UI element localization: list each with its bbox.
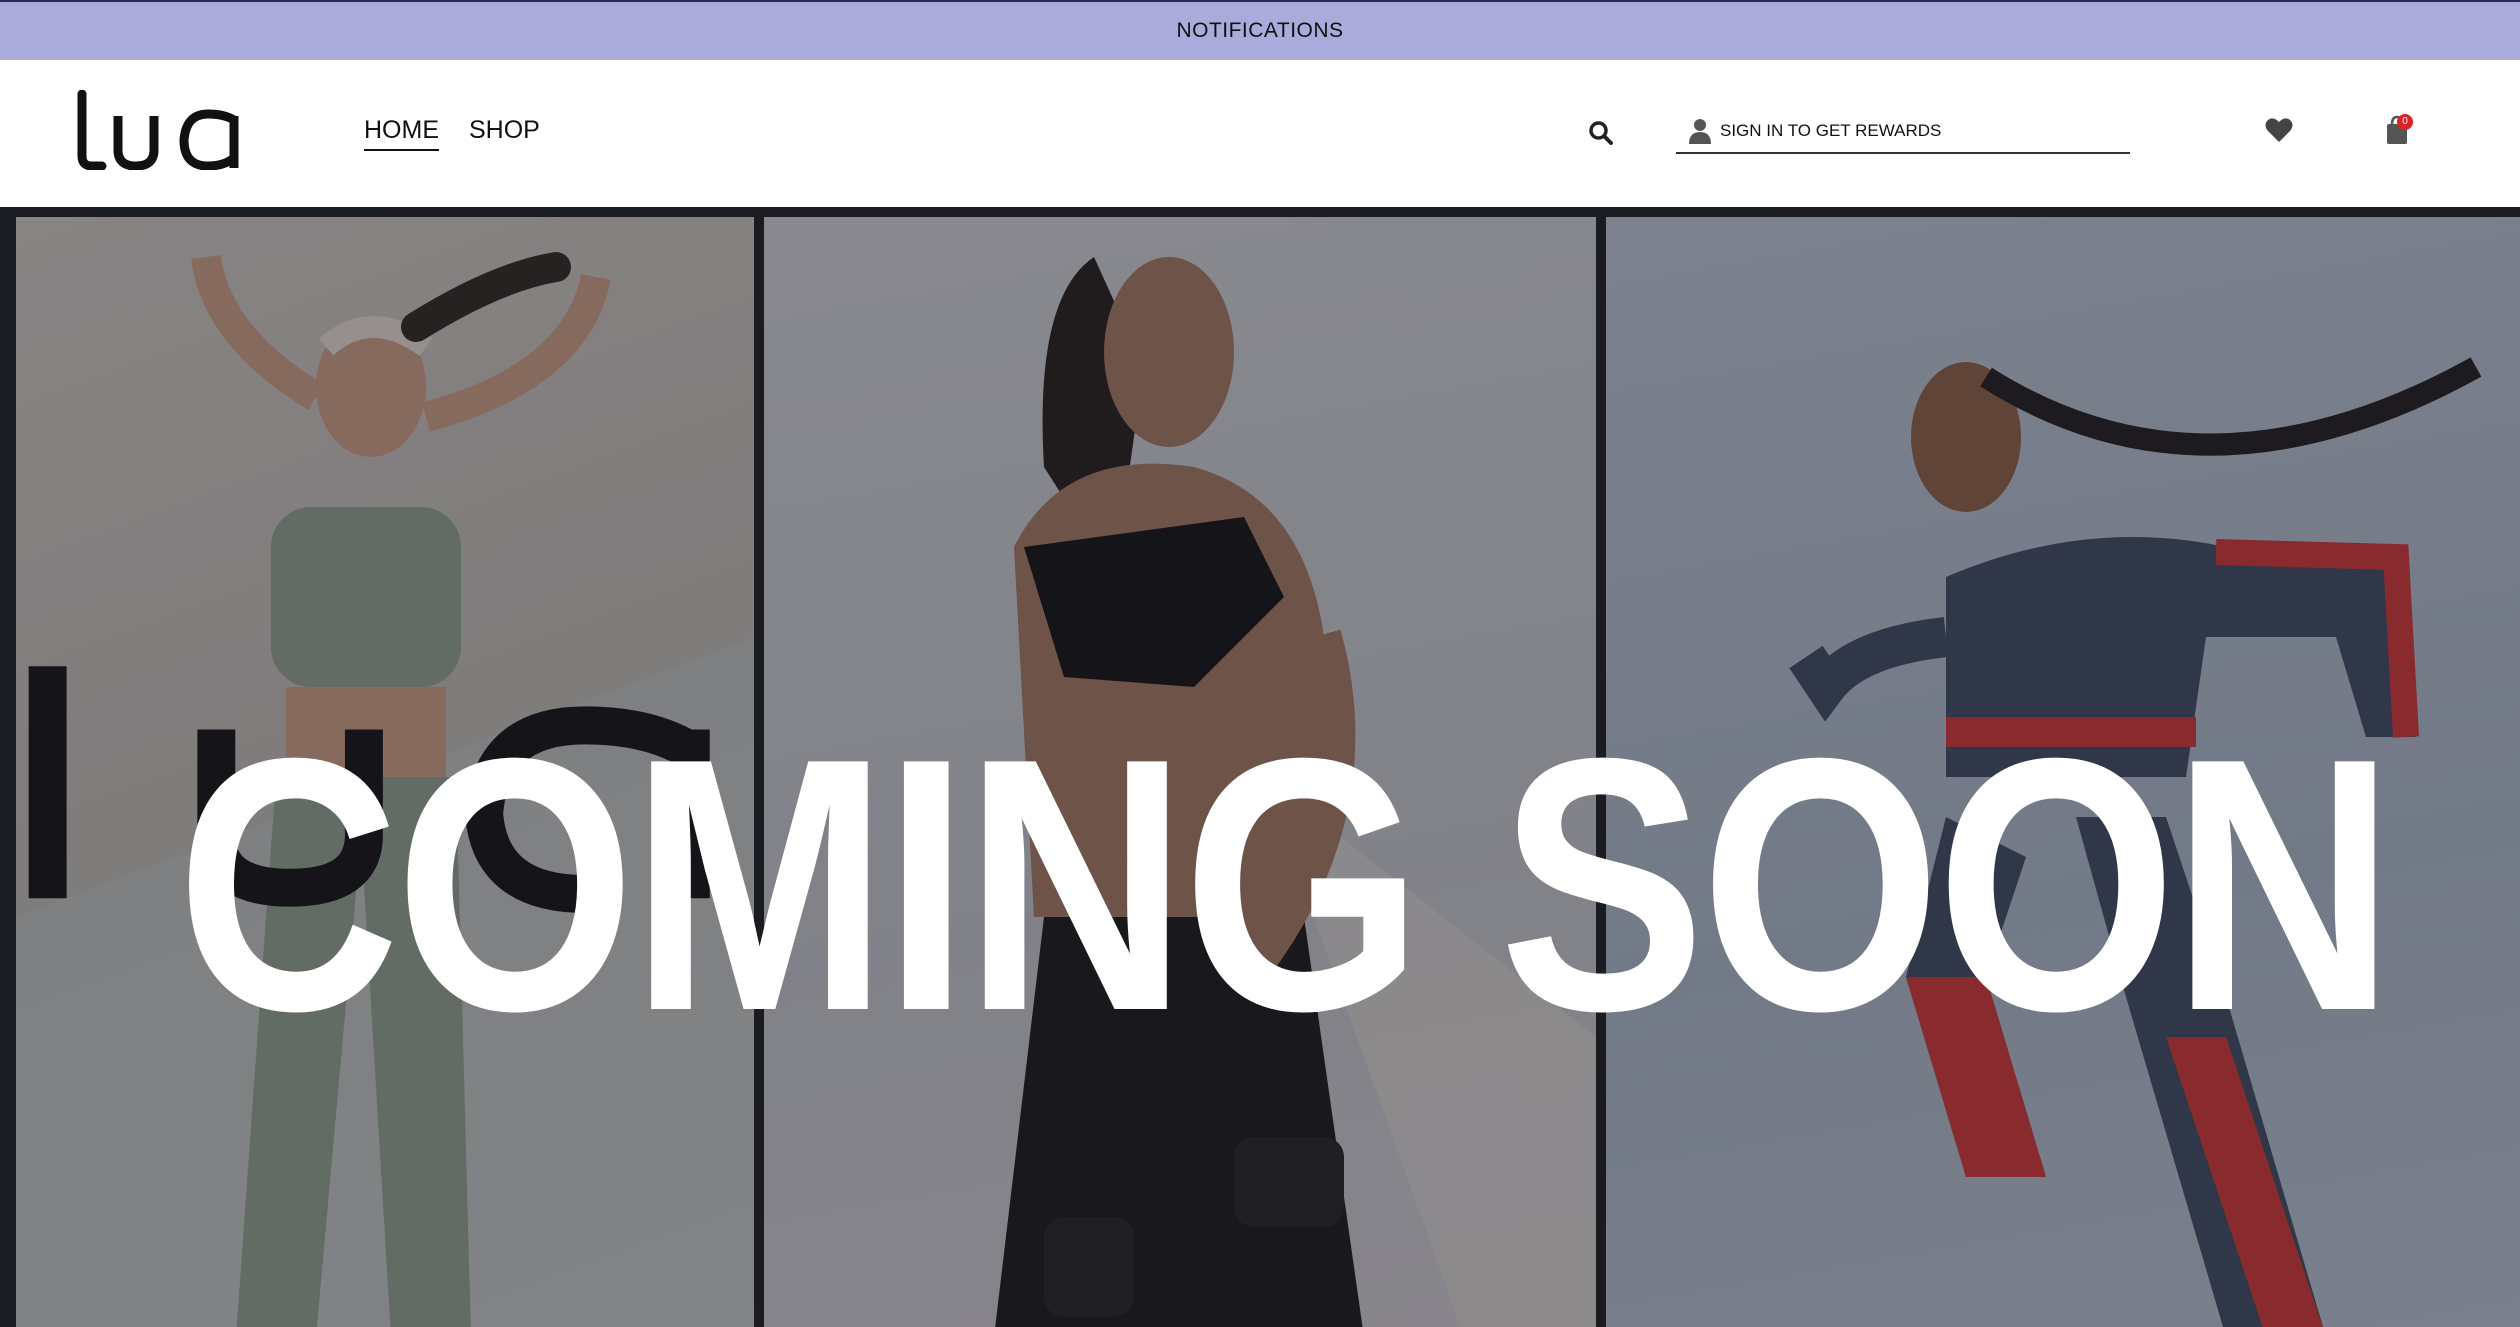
site-header: HOME SHOP SIGN IN TO GET REWARDS 0 [0,60,2520,207]
hero-banner: COMING SOON [0,207,2520,1327]
main-nav: HOME SHOP [364,116,540,151]
heart-icon[interactable] [2265,117,2293,143]
search-icon[interactable] [1588,120,1614,146]
signin-rewards-link[interactable]: SIGN IN TO GET REWARDS [1676,110,2130,154]
brand-logo[interactable] [74,90,244,170]
hero-headline: COMING SOON [176,684,2395,1086]
notification-label: NOTIFICATIONS [1176,19,1344,42]
signin-label: SIGN IN TO GET REWARDS [1720,121,1942,140]
cart-count-badge: 0 [2397,114,2413,130]
user-icon [1689,119,1711,144]
nav-shop[interactable]: SHOP [469,116,540,151]
notification-bar[interactable]: NOTIFICATIONS [0,0,2520,60]
nav-home[interactable]: HOME [364,116,439,151]
